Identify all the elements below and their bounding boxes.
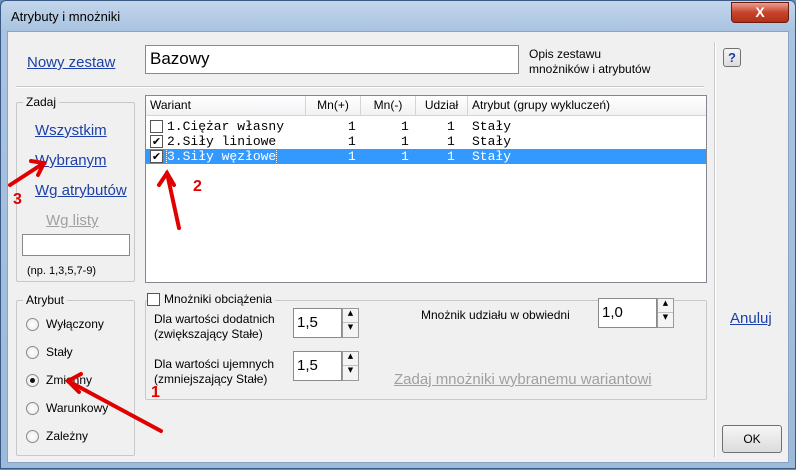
annotation-number-3: 3	[13, 191, 22, 208]
annotation-number-1: 1	[151, 384, 160, 401]
arrow-1	[66, 379, 163, 433]
dialog-window: Atrybuty i mnożniki X Nowy zestaw Bazowy…	[0, 0, 796, 469]
annotation-number-2: 2	[193, 178, 202, 195]
annotation-overlay	[8, 159, 181, 433]
